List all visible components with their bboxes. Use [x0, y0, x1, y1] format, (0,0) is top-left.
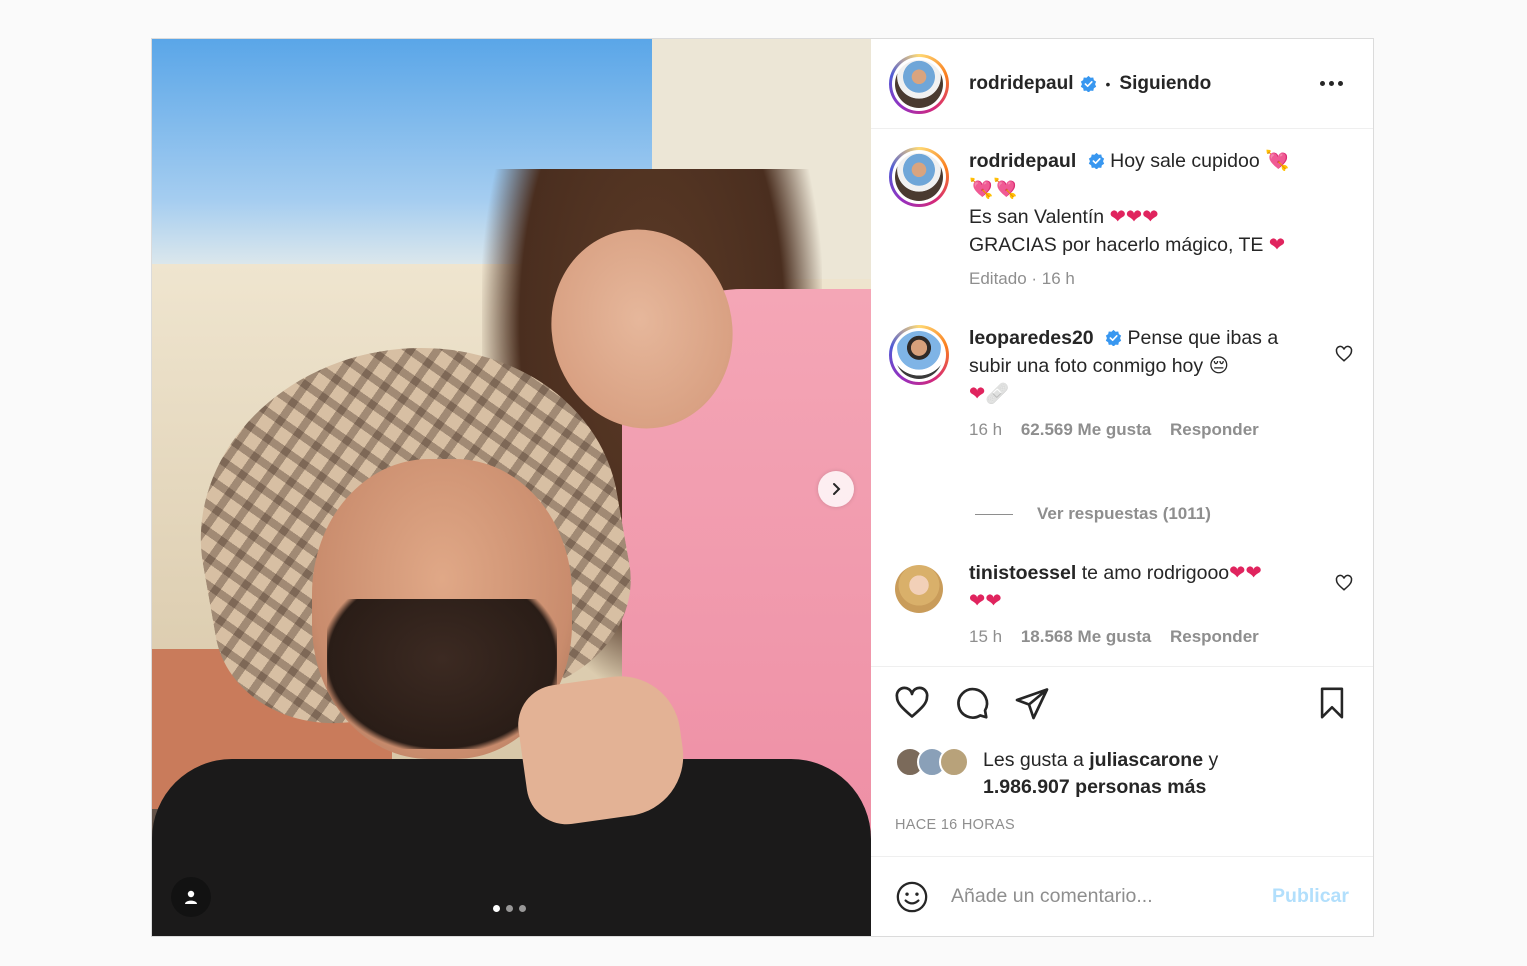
more-icon	[1320, 81, 1325, 86]
commenter-avatar[interactable]	[889, 559, 949, 619]
post-timestamp[interactable]: HACE 16 HORAS	[895, 817, 1015, 833]
verified-icon	[1088, 152, 1105, 169]
avatar	[939, 747, 969, 777]
comment-meta: 16 h 62.569 Me gusta Responder	[969, 416, 1299, 443]
comment-text: subir una foto conmigo hoy	[969, 355, 1204, 377]
heart-arrow-emoji: 💘	[1265, 149, 1290, 172]
following-button[interactable]: Siguiendo	[1119, 73, 1211, 95]
carousel-next-button[interactable]	[818, 471, 854, 507]
chevron-right-icon	[833, 483, 841, 495]
reply-button[interactable]: Responder	[1170, 627, 1259, 646]
comment-item: tinistoessel te amo rodrigooo❤❤ ❤❤ 15 h …	[889, 559, 1319, 650]
comment-input[interactable]	[951, 885, 1273, 908]
emoji-icon[interactable]	[895, 880, 929, 914]
heart-emoji: ❤❤	[1229, 561, 1262, 584]
comment-time: 15 h	[969, 627, 1003, 646]
replies-divider	[975, 513, 1013, 515]
action-icons	[893, 685, 1353, 725]
carousel-dot	[506, 905, 513, 912]
comment-username[interactable]: leoparedes20	[969, 327, 1094, 349]
comment-text: Pense que ibas a	[1127, 327, 1279, 349]
likes-joiner: y	[1208, 749, 1219, 771]
comment-time: 16 h	[969, 420, 1003, 439]
more-options-button[interactable]	[1320, 75, 1343, 92]
heart-emoji: ❤❤❤	[1109, 205, 1159, 228]
caption-line: GRACIAS por hacerlo mágico, TE	[969, 234, 1264, 256]
view-replies-label: Ver respuestas (1011)	[1037, 504, 1211, 523]
post-photo[interactable]	[152, 39, 871, 936]
reply-button[interactable]: Responder	[1170, 420, 1259, 439]
heart-arrow-emoji: 💘💘	[969, 177, 1018, 200]
caption-meta: Editado · 16 h	[969, 269, 1075, 288]
post-sidebar: rodridepaul • Siguiendo rodridepaul Hoy …	[871, 39, 1373, 936]
liker-avatars	[895, 747, 969, 801]
header-separator: •	[1105, 75, 1111, 92]
likes-count[interactable]: 1.986.907 personas más	[983, 776, 1206, 798]
heart-emoji: ❤	[1268, 233, 1286, 256]
author-avatar[interactable]	[889, 147, 949, 207]
instagram-post: rodridepaul • Siguiendo rodridepaul Hoy …	[151, 38, 1374, 937]
comment-icon[interactable]	[953, 685, 991, 721]
publish-button[interactable]: Publicar	[1272, 885, 1349, 908]
post-actions: Les gusta a juliascarone y 1.986.907 per…	[871, 666, 1373, 856]
user-tag-icon	[185, 890, 197, 904]
caption-username[interactable]: rodridepaul	[969, 150, 1076, 172]
post-caption: rodridepaul Hoy sale cupidoo 💘 💘💘 Es san…	[889, 147, 1319, 292]
comment-username[interactable]: tinistoessel	[969, 562, 1076, 584]
post-header: rodridepaul • Siguiendo	[871, 39, 1373, 129]
liker-username[interactable]: juliascarone	[1089, 749, 1203, 771]
comment-item: leoparedes20 Pense que ibas a subir una …	[889, 325, 1299, 443]
caption-line: Es san Valentín	[969, 206, 1105, 228]
pensive-emoji: 😔	[1208, 354, 1229, 377]
carousel-indicator	[493, 905, 526, 912]
bookmark-icon[interactable]	[1315, 685, 1349, 721]
caption-line: Hoy sale cupidoo	[1110, 150, 1260, 172]
heart-icon[interactable]	[893, 685, 931, 721]
author-username[interactable]: rodridepaul	[969, 73, 1074, 95]
comment-text: te amo rodrigooo	[1081, 562, 1230, 584]
heart-emoji: ❤❤	[969, 589, 1002, 612]
comment-likes[interactable]: 18.568 Me gusta	[1021, 627, 1151, 646]
view-replies-button[interactable]: Ver respuestas (1011)	[975, 504, 1211, 524]
heart-bandage-emoji: ❤🩹	[969, 382, 1010, 405]
heart-icon[interactable]	[1335, 345, 1353, 363]
carousel-dot	[493, 905, 500, 912]
likes-prefix: Les gusta a	[983, 749, 1084, 771]
likes-summary: Les gusta a juliascarone y 1.986.907 per…	[895, 747, 1218, 801]
verified-icon	[1105, 329, 1122, 346]
comment-meta: 15 h 18.568 Me gusta Responder	[969, 623, 1319, 650]
heart-icon[interactable]	[1335, 574, 1353, 592]
add-comment-bar: Publicar	[871, 856, 1373, 936]
carousel-dot	[519, 905, 526, 912]
tagged-users-button[interactable]	[171, 877, 211, 917]
author-avatar[interactable]	[889, 53, 949, 114]
comment-likes[interactable]: 62.569 Me gusta	[1021, 420, 1151, 439]
share-icon[interactable]	[1013, 685, 1051, 721]
verified-icon	[1080, 75, 1097, 92]
commenter-avatar[interactable]	[889, 325, 949, 385]
